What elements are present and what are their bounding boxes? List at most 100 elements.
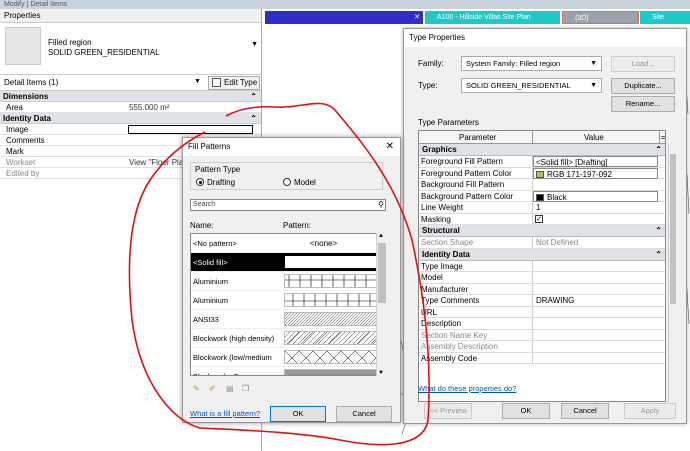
collapse-icon[interactable]: ⌃ xyxy=(250,113,257,124)
type-parameters-table: Parameter Value = Graphics ⌃ Foreground Fi… xyxy=(418,130,666,402)
type-selector[interactable]: Filled region SOLID GREEN_RESIDENTIAL ▼ xyxy=(0,23,261,75)
help-fill-pattern-link[interactable]: What is a fill pattern? xyxy=(190,409,260,418)
property-row[interactable]: Area 555.000 m² xyxy=(0,102,261,113)
col-name: Name: xyxy=(190,221,214,230)
help-properties-link[interactable]: What do these properties do? xyxy=(418,384,516,393)
scroll-thumb[interactable] xyxy=(670,154,676,304)
masking-checkbox[interactable]: ✓ xyxy=(535,214,543,223)
fp-ok-button[interactable]: OK xyxy=(270,406,326,422)
chevron-down-icon[interactable]: ▼ xyxy=(194,78,201,85)
parameter-row[interactable]: Foreground Pattern Color RGB 171-197-092 xyxy=(419,167,665,179)
radio-model[interactable] xyxy=(283,178,291,186)
parameter-value-field[interactable]: RGB 171-197-092 xyxy=(533,167,658,179)
radio-drafting[interactable] xyxy=(196,178,204,186)
family-select[interactable]: System Family: Filled region ▼ xyxy=(461,56,602,71)
pattern-list-item[interactable]: Blockwork - Dense xyxy=(191,367,385,375)
model-label: Model xyxy=(294,178,316,187)
property-group-header[interactable]: Dimensions ⌃ xyxy=(0,91,261,102)
instance-filter-row[interactable]: Detail Items (1) ▼ Edit Type xyxy=(0,75,261,91)
scroll-thumb[interactable] xyxy=(378,243,386,303)
parameter-row[interactable]: Model xyxy=(419,272,665,284)
parameter-row[interactable]: Type Comments DRAWING xyxy=(419,295,665,307)
fill-patterns-dialog: Fill Patterns ✕ Pattern Type Drafting Mo… xyxy=(182,137,401,423)
table-scrollbar[interactable] xyxy=(668,144,676,402)
parameter-row[interactable]: Masking ✓ xyxy=(419,213,665,225)
close-icon[interactable]: ✕ xyxy=(414,11,420,24)
chevron-down-icon: ▼ xyxy=(590,60,597,67)
view-tab[interactable]: Site xyxy=(640,11,690,24)
parameter-group-header[interactable]: Identity Data ⌃ xyxy=(419,248,665,261)
pattern-search-input[interactable]: Search ⚲ xyxy=(190,199,386,211)
parameter-row[interactable]: Line Weight 1 xyxy=(419,202,665,214)
type-name: Filled region SOLID GREEN_RESIDENTIAL xyxy=(48,38,160,57)
rename-button[interactable]: Rename... xyxy=(611,96,675,112)
edit-type-button[interactable]: Edit Type xyxy=(208,76,260,90)
fp-cancel-button[interactable]: Cancel xyxy=(336,406,392,422)
pattern-list-item[interactable]: ANSI33 xyxy=(191,310,385,329)
view-tabs: ✕ A100 - Hillside Villas Site Plan {3D} Sit… xyxy=(265,11,690,24)
pattern-list-scrollbar[interactable]: ▲ ▼ xyxy=(376,233,386,376)
new-pattern-icon[interactable]: ✎ xyxy=(193,384,202,393)
family-label: Family: xyxy=(418,59,444,68)
collapse-icon[interactable]: ⌃ xyxy=(655,144,662,156)
pattern-list-item[interactable]: Blockwork (high density) xyxy=(191,329,385,348)
property-row[interactable]: Image xyxy=(0,124,261,135)
pattern-list-item[interactable]: Blockwork (low/medium xyxy=(191,348,385,367)
parameter-row[interactable]: URL xyxy=(419,306,665,318)
parameter-group-header[interactable]: Structural ⌃ xyxy=(419,225,665,237)
instance-filter-label: Detail Items (1) xyxy=(4,78,59,87)
properties-title: Properties xyxy=(0,9,261,23)
pattern-list[interactable]: <No pattern> <none> <Solid fill> Aluminium A… xyxy=(190,233,386,376)
parameter-row[interactable]: Section Shape Not Defined xyxy=(419,237,665,249)
close-icon[interactable]: ✕ xyxy=(386,138,394,156)
type-select[interactable]: SOLID GREEN_RESIDENTIAL ▼ xyxy=(461,78,602,93)
parameter-value-field[interactable]: <Solid fill> [Drafting] xyxy=(533,156,658,167)
pattern-preview xyxy=(284,312,380,326)
pattern-type-label: Pattern Type xyxy=(195,165,241,174)
type-label: Type: xyxy=(418,81,438,90)
view-tab[interactable]: A100 - Hillside Villas Site Plan xyxy=(425,11,560,24)
parameter-value-field[interactable]: Black xyxy=(533,190,658,202)
parameter-row[interactable]: Assembly Description xyxy=(419,341,665,353)
chevron-down-icon[interactable]: ▼ xyxy=(378,370,384,376)
collapse-icon[interactable]: ⌃ xyxy=(655,249,662,261)
pattern-list-item[interactable]: <No pattern> <none> xyxy=(191,234,385,253)
pattern-preview xyxy=(284,350,380,364)
color-swatch xyxy=(536,170,544,178)
pattern-list-item[interactable]: Aluminium xyxy=(191,272,385,291)
apply-button[interactable]: Apply xyxy=(624,403,676,419)
parameter-row[interactable]: Type Image xyxy=(419,260,665,272)
col-formula: = xyxy=(661,133,666,142)
duplicate-pattern-icon[interactable]: ❐ xyxy=(242,384,251,393)
parameter-row[interactable]: Background Pattern Color Black xyxy=(419,190,665,202)
chevron-up-icon[interactable]: ▲ xyxy=(378,233,384,239)
pattern-preview xyxy=(284,274,380,288)
parameter-group-header[interactable]: Graphics ⌃ xyxy=(419,144,665,156)
parameter-row[interactable]: Foreground Fill Pattern <Solid fill> [Dra… xyxy=(419,156,665,168)
delete-pattern-icon[interactable]: ▤ xyxy=(226,384,235,393)
image-value-field[interactable] xyxy=(128,125,253,134)
parameter-row[interactable]: Description xyxy=(419,318,665,330)
parameter-row[interactable]: Assembly Code xyxy=(419,352,665,364)
cancel-button[interactable]: Cancel xyxy=(561,403,609,419)
pattern-preview xyxy=(284,331,380,345)
parameter-row[interactable]: Background Fill Pattern xyxy=(419,179,665,191)
property-group-header[interactable]: Identity Data ⌃ xyxy=(0,113,261,124)
col-pattern: Pattern: xyxy=(283,221,312,230)
parameter-row[interactable]: Manufacturer xyxy=(419,283,665,295)
ok-button[interactable]: OK xyxy=(502,403,550,419)
duplicate-button[interactable]: Duplicate... xyxy=(611,78,675,94)
parameter-row[interactable]: Section Name Key xyxy=(419,329,665,341)
collapse-icon[interactable]: ⌃ xyxy=(250,91,257,102)
view-tab[interactable]: ✕ xyxy=(265,11,423,24)
load-button[interactable]: Load... xyxy=(611,56,675,72)
search-icon[interactable]: ⚲ xyxy=(378,200,384,210)
collapse-icon[interactable]: ⌃ xyxy=(655,225,662,237)
preview-button[interactable]: << Preview xyxy=(424,403,472,419)
pattern-list-item[interactable]: Aluminium xyxy=(191,291,385,310)
table-header: Parameter Value = xyxy=(419,131,665,144)
pattern-list-item[interactable]: <Solid fill> xyxy=(191,253,385,272)
chevron-down-icon[interactable]: ▼ xyxy=(251,41,258,48)
edit-pattern-icon[interactable]: ✐ xyxy=(209,384,218,393)
view-tab[interactable]: {3D} xyxy=(562,11,639,24)
